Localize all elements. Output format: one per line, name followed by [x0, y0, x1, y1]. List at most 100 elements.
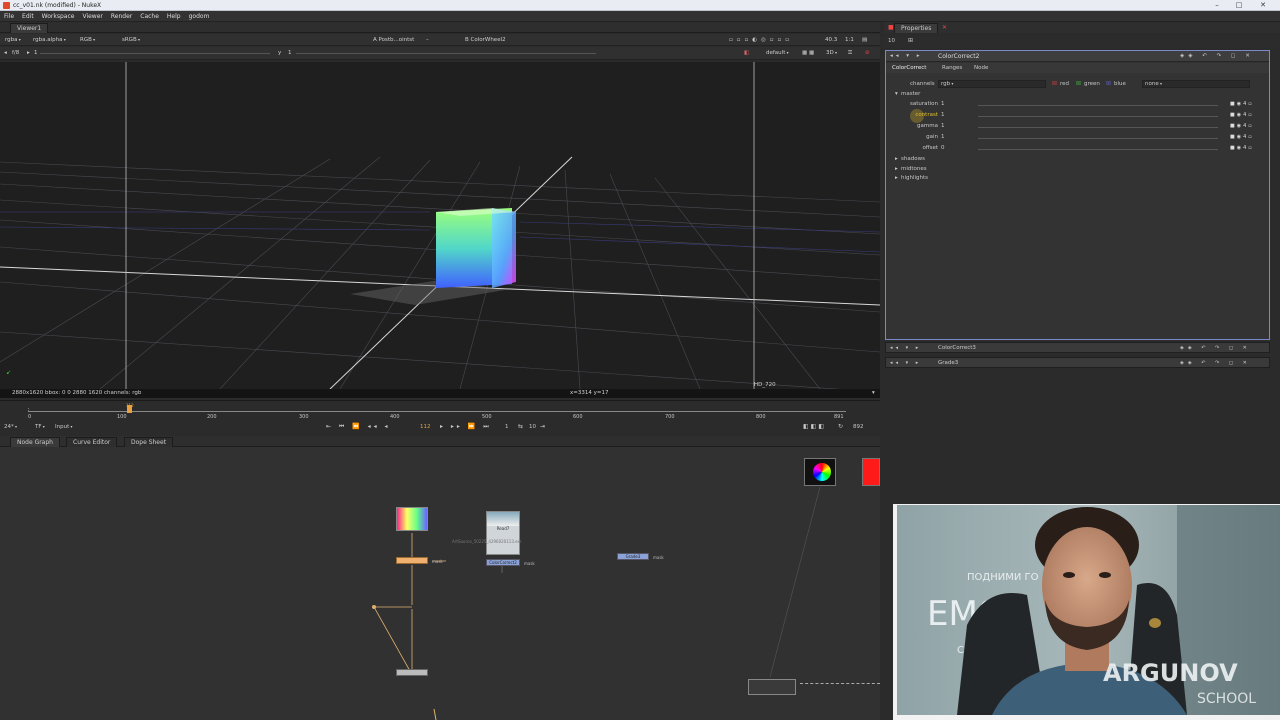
tab-node-graph[interactable]: Node Graph [10, 437, 60, 447]
max-panels-field[interactable]: 10 [888, 38, 895, 44]
input-a-dropdown[interactable]: A Postb...ointst [373, 36, 414, 44]
panel-header-icons[interactable]: ◂◂ ▾ ▸ [890, 53, 923, 59]
blue-checkbox[interactable]: ☒ [1106, 81, 1111, 87]
info-expand-icon[interactable]: ▾ [872, 390, 875, 396]
playback-controls[interactable]: ⇤ ⏮ ⏪ ◂◂ ◂ [326, 423, 391, 431]
knob-side-buttons[interactable]: ■◉4▫ ■◉4▫ ■◉4▫ ■◉4▫ ■◉4▫ [1230, 101, 1266, 153]
tab-viewer1[interactable]: Viewer1 [10, 23, 49, 33]
colorwheel2-node[interactable] [804, 458, 836, 486]
colorcorrect1-node[interactable] [396, 557, 428, 564]
fps-dropdown[interactable]: 24* [4, 424, 17, 430]
tab-ranges[interactable]: Ranges [942, 65, 962, 71]
view-mode-icons[interactable]: ▦ ▦ [802, 49, 814, 57]
grade3-action-icons[interactable]: ◈◈ ↶ ↷ ◻ ✕ [1180, 360, 1251, 366]
tab-colorcorrect[interactable]: ColorCorrect [892, 65, 926, 71]
menu-edit[interactable]: Edit [18, 11, 38, 22]
menu-help[interactable]: Help [163, 11, 185, 22]
tab-curve-editor[interactable]: Curve Editor [66, 437, 118, 447]
gamma-slider[interactable] [296, 53, 596, 54]
highlights-toggle[interactable]: ▸ [895, 175, 898, 181]
viewer-overlay-icons[interactable]: ▫▫▫◐◎▫▫▫ [729, 36, 793, 44]
current-frame-field[interactable]: 112 [420, 424, 431, 430]
menu-viewer[interactable]: Viewer [78, 11, 106, 22]
step-icon[interactable]: ⇆ [518, 423, 523, 430]
dot-node[interactable] [372, 605, 376, 609]
merge-node[interactable] [396, 669, 428, 676]
gain-knob-value[interactable]: 1 [941, 134, 945, 140]
gamma-knob-slider[interactable] [978, 127, 1218, 128]
end-frame-field[interactable]: 892 [853, 424, 864, 430]
frame-stepper[interactable]: ▸ [27, 49, 30, 57]
node-name-field[interactable]: ColorCorrect2 [938, 53, 979, 60]
camera-dropdown[interactable]: default [766, 49, 789, 57]
shadows-label[interactable]: shadows [901, 156, 925, 162]
tab-dope-sheet[interactable]: Dope Sheet [124, 437, 174, 447]
master-group-toggle[interactable]: ▾ [895, 91, 898, 97]
saturation-value[interactable]: 1 [941, 101, 945, 107]
channels-select[interactable]: rgb [938, 80, 1046, 88]
lock-icon[interactable]: ⚿ [848, 49, 852, 57]
menu-cache[interactable]: Cache [136, 11, 163, 22]
saturation-slider[interactable] [978, 105, 1218, 106]
stop-icon[interactable]: ⊘ [865, 49, 870, 57]
menu-workspace[interactable]: Workspace [38, 11, 79, 22]
colorcorrect3-panel[interactable]: ◂◂ ▾ ▸ ColorCorrect3 ◈◈ ↶ ↷ ◻ ✕ [885, 342, 1270, 353]
read-node[interactable]: Read7 [486, 511, 520, 555]
minimize-icon[interactable]: – [1210, 1, 1224, 9]
contrast-value[interactable]: 1 [941, 112, 945, 118]
extra-channel-select[interactable]: none [1142, 80, 1250, 88]
colorspace-dropdown[interactable]: sRGB [122, 36, 140, 44]
green-checkbox[interactable]: ☒ [1076, 81, 1081, 87]
midtones-label[interactable]: midtones [901, 166, 927, 172]
display-dropdown[interactable]: RGB [80, 36, 95, 44]
frame-value[interactable]: 1 [34, 49, 38, 57]
gain-icon[interactable]: ◂ [4, 49, 7, 57]
lock-properties-icon[interactable]: ⊞ [908, 37, 913, 44]
backdrop-node[interactable] [748, 679, 796, 695]
range-dropdown[interactable]: Input [55, 424, 73, 430]
properties-close-icon[interactable]: ■ [888, 24, 894, 31]
tf-dropdown[interactable]: TF [35, 424, 45, 430]
timeline-ruler[interactable] [28, 411, 846, 412]
step-field[interactable]: 10 [529, 424, 536, 430]
zoom-dropdown[interactable]: 40.3 [825, 36, 837, 44]
panel-action-icons[interactable]: ◈◈ ↶ ↷ ◻ ✕ [1180, 53, 1254, 59]
colorwheel-node[interactable] [396, 507, 428, 531]
offset-value[interactable]: 0 [941, 145, 945, 151]
gamma-value[interactable]: 1 [288, 49, 292, 57]
tab-node[interactable]: Node [974, 65, 988, 71]
play-forward-controls[interactable]: ▸ ▸▸ ⏩ ⏭ [440, 423, 492, 431]
timeline-flag-icons[interactable]: ◧◧◧ [803, 423, 826, 430]
gain-slider[interactable] [40, 53, 270, 54]
constant-node[interactable] [862, 458, 880, 486]
red-checkbox[interactable]: ☒ [1052, 81, 1057, 87]
menu-file[interactable]: File [0, 11, 18, 22]
viewer-mode-dropdown[interactable]: 3D [826, 49, 837, 57]
camera-icon[interactable]: ◧ [744, 49, 749, 57]
properties-tab-close-icon[interactable]: ✕ [942, 24, 947, 31]
gamma-knob-value[interactable]: 1 [941, 123, 945, 129]
shadows-toggle[interactable]: ▸ [895, 156, 898, 162]
viewer-canvas[interactable]: HD_720 ↙ [0, 62, 880, 389]
in-field[interactable]: 1 [505, 424, 509, 430]
close-icon[interactable]: ✕ [1256, 1, 1270, 9]
colorcorrect2-node[interactable]: ColorCorrect2 [486, 559, 520, 566]
grade3-node[interactable]: Grade3 [617, 553, 649, 560]
alpha-dropdown[interactable]: rgba.alpha [33, 36, 66, 44]
node-graph-canvas[interactable]: mask Read7 ArtSource_50225_4296020113.ex… [0, 447, 880, 720]
loop-icon[interactable]: ↻ [838, 423, 843, 430]
grade3-panel[interactable]: ◂◂ ▾ ▸ Grade3 ◈◈ ↶ ↷ ◻ ✕ [885, 357, 1270, 368]
gain-knob-slider[interactable] [978, 138, 1218, 139]
colorcorrect3-action-icons[interactable]: ◈◈ ↶ ↷ ◻ ✕ [1180, 345, 1251, 351]
maximize-icon[interactable]: □ [1232, 1, 1246, 9]
step-forward-icon[interactable]: ⇥ [540, 423, 545, 430]
menu-godom[interactable]: godom [185, 11, 214, 22]
offset-slider[interactable] [978, 149, 1218, 150]
tab-properties[interactable]: Properties [894, 23, 939, 33]
ratio-dropdown[interactable]: 1:1 [845, 36, 854, 44]
highlights-label[interactable]: highlights [901, 175, 928, 181]
fullscreen-icon[interactable]: ▤ [862, 36, 867, 44]
contrast-slider[interactable] [978, 116, 1218, 117]
channels-dropdown[interactable]: rgba [5, 36, 21, 44]
midtones-toggle[interactable]: ▸ [895, 166, 898, 172]
